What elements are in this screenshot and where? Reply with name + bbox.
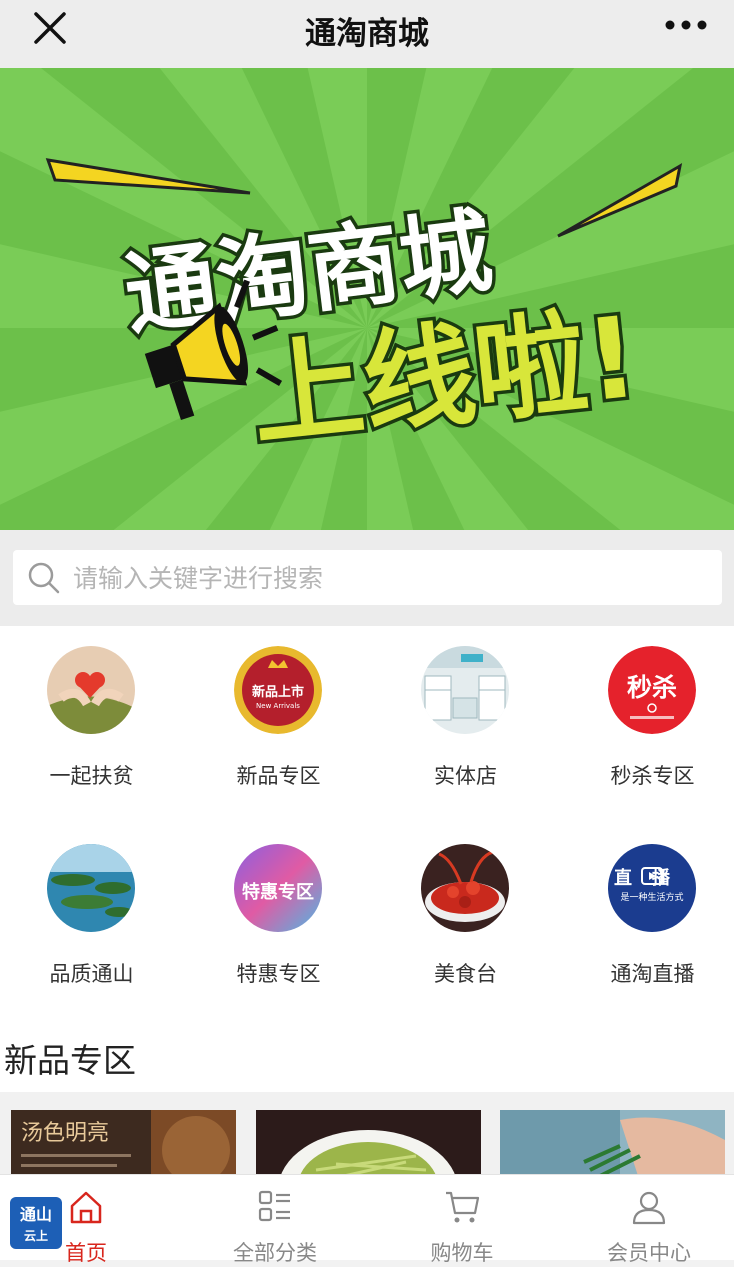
tab-label: 会员中心 bbox=[607, 1241, 691, 1265]
search-box[interactable] bbox=[13, 550, 722, 605]
category-live-stream[interactable]: 直播 是一种生活方式 通淘直播 bbox=[561, 824, 734, 1022]
page-title: 通淘商城 bbox=[305, 16, 429, 52]
new-arrivals-icon: 新品上市 New Arrivals bbox=[234, 646, 322, 734]
promo-banner[interactable]: 通淘商城 上线啦! bbox=[0, 68, 734, 530]
category-label: 美食台 bbox=[434, 962, 497, 986]
product-card[interactable] bbox=[500, 1110, 725, 1182]
tab-cart[interactable]: 购物车 bbox=[412, 1175, 512, 1265]
category-label: 品质通山 bbox=[49, 962, 134, 986]
home-icon bbox=[70, 1191, 102, 1224]
flash-sale-badge-text: 秒杀 bbox=[627, 673, 677, 702]
tab-home[interactable]: 首页 bbox=[50, 1175, 122, 1265]
product-strip: 汤色明亮 bbox=[0, 1092, 734, 1182]
category-new-arrivals[interactable]: 新品上市 New Arrivals 新品专区 bbox=[187, 626, 370, 824]
section-header: 新品专区 bbox=[0, 1022, 734, 1092]
category-label: 新品专区 bbox=[236, 764, 321, 788]
quality-tongshan-icon bbox=[47, 844, 135, 932]
section-title: 新品专区 bbox=[4, 1041, 136, 1080]
tea-product-icon: 汤色明亮 bbox=[11, 1110, 236, 1182]
tab-member[interactable]: 会员中心 bbox=[590, 1175, 708, 1265]
user-icon bbox=[632, 1191, 666, 1225]
live-stream-icon: 直播 是一种生活方式 bbox=[608, 844, 696, 932]
category-flash-sale[interactable]: 秒杀 秒杀专区 bbox=[561, 626, 734, 824]
category-label: 通淘直播 bbox=[610, 962, 695, 986]
cart-icon bbox=[446, 1191, 480, 1223]
live-stream-badge-sub: 是一种生活方式 bbox=[620, 891, 683, 903]
category-food[interactable]: 美食台 bbox=[374, 824, 557, 1022]
tab-label: 首页 bbox=[65, 1241, 107, 1265]
tab-label: 全部分类 bbox=[233, 1241, 317, 1265]
special-offer-icon: 特惠专区 bbox=[234, 844, 322, 932]
green-tea-bowl-icon bbox=[256, 1110, 481, 1182]
search-input[interactable] bbox=[71, 558, 705, 598]
top-bar: 通淘商城 bbox=[0, 0, 734, 68]
category-store[interactable]: 实体店 bbox=[374, 626, 557, 824]
live-stream-badge-text: 直播 bbox=[614, 867, 690, 889]
flash-sale-icon: 秒杀 bbox=[608, 646, 696, 734]
product-card[interactable] bbox=[256, 1110, 481, 1182]
store-icon bbox=[421, 646, 509, 734]
search-area bbox=[0, 530, 734, 626]
more-icon[interactable] bbox=[662, 10, 710, 40]
new-arrivals-badge-sub: New Arrivals bbox=[256, 702, 300, 710]
tab-label: 购物车 bbox=[430, 1241, 494, 1265]
category-grid: 一起扶贫 新品上市 New Arrivals 新品专区 实体店 秒杀 秒杀专区 … bbox=[0, 626, 734, 1022]
food-icon bbox=[421, 844, 509, 932]
category-label: 一起扶贫 bbox=[49, 764, 134, 788]
tea-leaves-hand-icon bbox=[500, 1110, 725, 1182]
category-icon bbox=[258, 1190, 290, 1222]
category-label: 秒杀专区 bbox=[610, 764, 695, 788]
search-icon bbox=[28, 562, 60, 594]
product-caption: 汤色明亮 bbox=[21, 1121, 109, 1146]
category-label: 特惠专区 bbox=[236, 962, 321, 986]
category-special-offer[interactable]: 特惠专区 特惠专区 bbox=[187, 824, 370, 1022]
category-quality-tongshan[interactable]: 品质通山 bbox=[0, 824, 183, 1022]
poverty-relief-icon bbox=[47, 646, 135, 734]
category-poverty-relief[interactable]: 一起扶贫 bbox=[0, 626, 183, 824]
product-card[interactable]: 汤色明亮 bbox=[11, 1110, 236, 1182]
special-offer-badge-text: 特惠专区 bbox=[242, 881, 314, 903]
new-arrivals-badge-text: 新品上市 bbox=[252, 684, 304, 700]
category-label: 实体店 bbox=[434, 764, 497, 788]
bottom-tab-bar: 通山 云上 首页 全部分类 购物车 会员中心 bbox=[0, 1174, 734, 1265]
tab-categories[interactable]: 全部分类 bbox=[215, 1175, 335, 1265]
